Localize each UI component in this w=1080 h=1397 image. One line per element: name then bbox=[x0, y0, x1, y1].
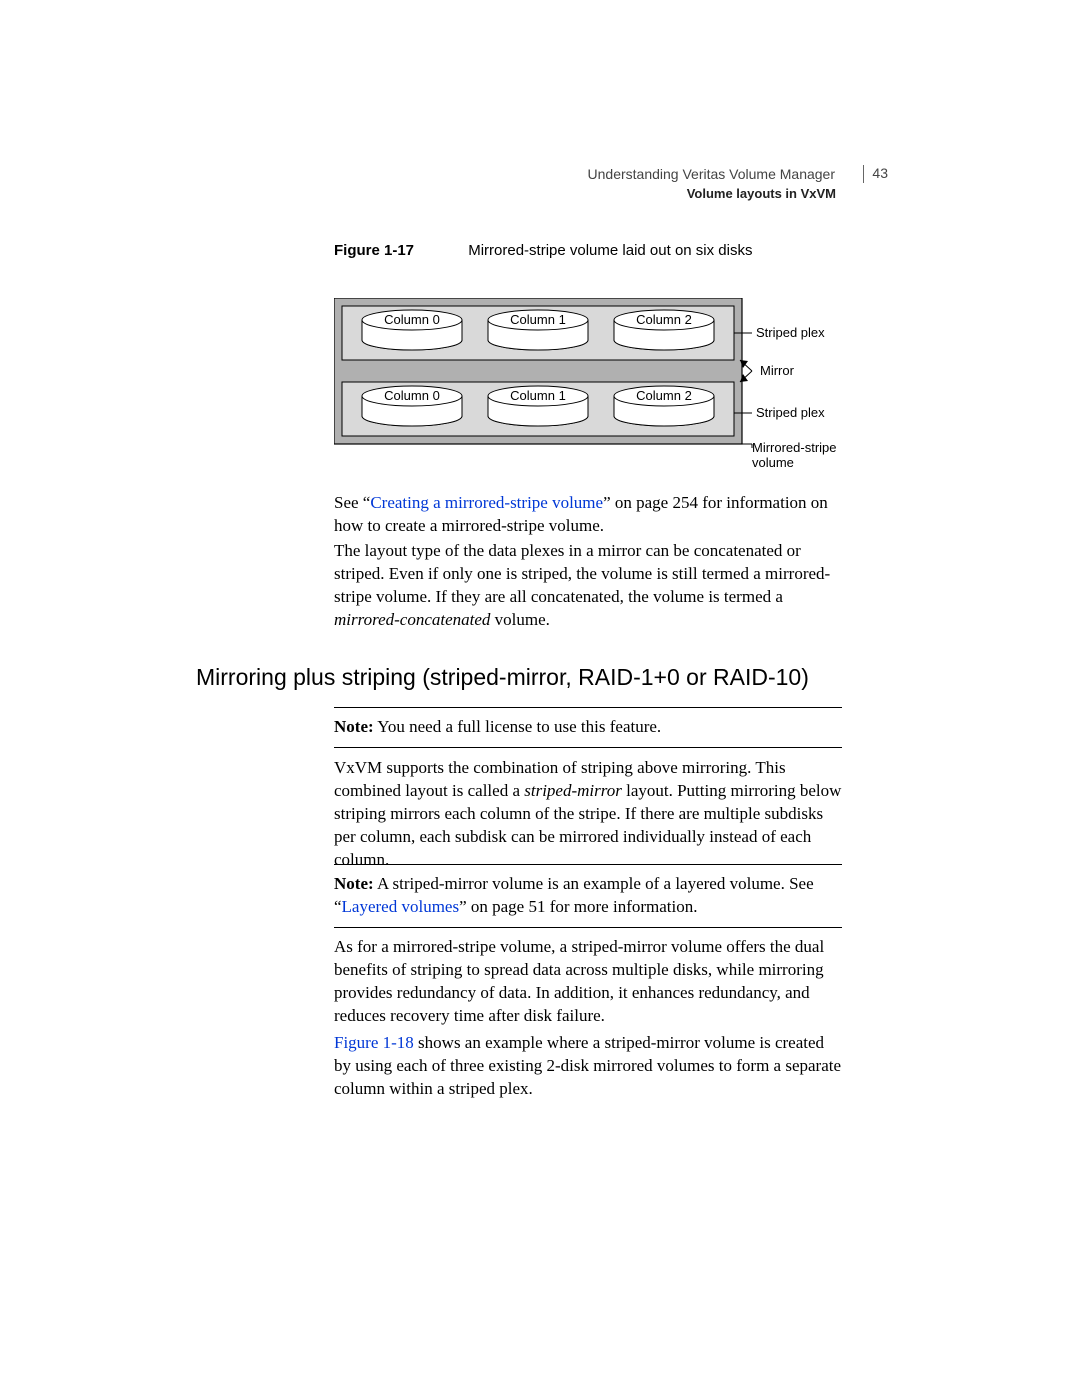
col-label: Column 0 bbox=[384, 312, 440, 327]
disk-bot-0: Column 0 bbox=[362, 386, 462, 426]
page-number: 43 bbox=[872, 165, 888, 181]
page-header: Understanding Veritas Volume Manager Vol… bbox=[588, 165, 864, 203]
disk-top-1: Column 1 bbox=[488, 310, 588, 350]
header-section: Volume layouts in VxVM bbox=[687, 186, 864, 201]
paragraph-4: As for a mirrored-stripe volume, a strip… bbox=[334, 936, 842, 1028]
ann-mirror: Mirror bbox=[760, 363, 795, 378]
col-label: Column 2 bbox=[636, 312, 692, 327]
paragraph-2: The layout type of the data plexes in a … bbox=[334, 540, 842, 632]
figure-diagram: Column 0 Column 1 Column 2 Column 0 Colu… bbox=[334, 298, 874, 478]
figure-label: Figure 1-17 bbox=[334, 242, 414, 259]
link-layered-volumes[interactable]: Layered volumes bbox=[342, 897, 460, 916]
figure-caption-text: Mirrored-stripe volume laid out on six d… bbox=[468, 242, 752, 259]
ann-striped-plex-2: Striped plex bbox=[756, 405, 825, 420]
paragraph-1: See “Creating a mirrored-stripe volume” … bbox=[334, 492, 842, 538]
note-1: Note: You need a full license to use thi… bbox=[334, 707, 842, 748]
figure-caption: Figure 1-17 Mirrored-stripe volume laid … bbox=[334, 242, 752, 259]
disk-top-0: Column 0 bbox=[362, 310, 462, 350]
ann-volume: Mirrored-stripevolume bbox=[752, 440, 837, 470]
note-2: Note: A striped-mirror volume is an exam… bbox=[334, 864, 842, 928]
col-label: Column 0 bbox=[384, 388, 440, 403]
ann-striped-plex-1: Striped plex bbox=[756, 325, 825, 340]
disk-bot-1: Column 1 bbox=[488, 386, 588, 426]
disk-top-2: Column 2 bbox=[614, 310, 714, 350]
col-label: Column 1 bbox=[510, 388, 566, 403]
header-chapter: Understanding Veritas Volume Manager bbox=[588, 165, 864, 183]
link-creating-mirrored-stripe[interactable]: Creating a mirrored-stripe volume bbox=[370, 493, 603, 512]
col-label: Column 2 bbox=[636, 388, 692, 403]
disk-bot-2: Column 2 bbox=[614, 386, 714, 426]
paragraph-5: Figure 1-18 shows an example where a str… bbox=[334, 1032, 842, 1101]
paragraph-3: VxVM supports the combination of stripin… bbox=[334, 757, 842, 872]
link-figure-1-18[interactable]: Figure 1-18 bbox=[334, 1033, 414, 1052]
section-heading: Mirroring plus striping (striped-mirror,… bbox=[196, 664, 809, 691]
page: Understanding Veritas Volume Manager Vol… bbox=[0, 0, 1080, 1397]
col-label: Column 1 bbox=[510, 312, 566, 327]
